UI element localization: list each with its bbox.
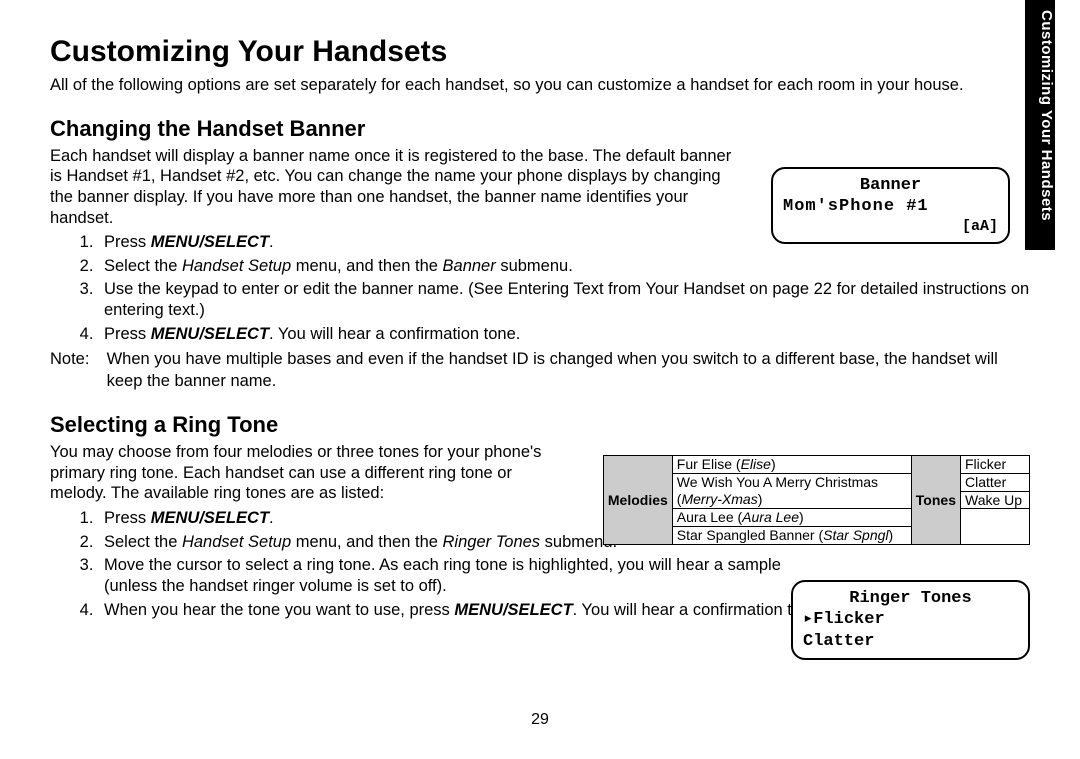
cell-text: ) [889, 527, 894, 543]
cell-text-ital: Elise [741, 456, 771, 472]
section-heading-ringtone: Selecting a Ring Tone [50, 412, 1030, 438]
banner-steps: Press MENU/SELECT. Select the Handset Se… [50, 232, 1030, 345]
cell-text-ital: Merry-Xmas [681, 491, 757, 507]
lcd-line: Banner [783, 175, 998, 196]
menu-select-label: MENU/SELECT [151, 325, 269, 343]
cell-text: ) [758, 491, 763, 507]
lcd-line: ▸Flicker [803, 609, 1018, 630]
step-text: . You will hear a confirmation tone. [269, 325, 520, 343]
submenu-name: Ringer Tones [443, 533, 541, 551]
lcd-screen-banner: Banner Mom'sPhone #1 [aA] [771, 167, 1010, 244]
step-text: . [269, 233, 274, 251]
cell-text: Aura Lee ( [677, 509, 742, 525]
step-item: Move the cursor to select a ring tone. A… [98, 555, 838, 598]
step-text: Select the [104, 257, 182, 275]
banner-paragraph: Each handset will display a banner name … [50, 146, 740, 229]
table-header-tones: Tones [911, 456, 960, 545]
step-text: Select the [104, 533, 182, 551]
step-item: When you hear the tone you want to use, … [98, 600, 838, 621]
section-heading-banner: Changing the Handset Banner [50, 116, 1030, 142]
table-cell: Clatter [961, 473, 1030, 491]
page: Customizing Your Handsets All of the fol… [0, 0, 1080, 645]
lcd-line: [aA] [783, 218, 998, 237]
note-body: When you have multiple bases and even if… [107, 349, 1007, 392]
cell-text: Fur Elise ( [677, 456, 741, 472]
step-text: menu, and then the [291, 533, 442, 551]
lcd-screen-ringer: Ringer Tones ▸Flicker Clatter [791, 580, 1030, 660]
table-cell: Star Spangled Banner (Star Spngl) [672, 527, 911, 545]
table-cell: We Wish You A Merry Christmas (Merry-Xma… [672, 473, 911, 509]
intro-paragraph: All of the following options are set sep… [50, 75, 1010, 96]
table-header-melodies: Melodies [603, 456, 672, 545]
ringtone-paragraph: You may choose from four melodies or thr… [50, 442, 550, 504]
step-text: . [269, 509, 274, 527]
page-title: Customizing Your Handsets [50, 35, 1030, 69]
table-cell-empty [961, 509, 1030, 545]
step-item: Use the keypad to enter or edit the bann… [98, 279, 1030, 322]
step-item: Select the Handset Setup menu, and then … [98, 256, 1030, 277]
table-cell: Aura Lee (Aura Lee) [672, 509, 911, 527]
menu-name: Handset Setup [182, 257, 291, 275]
ringtone-table: Melodies Fur Elise (Elise) Tones Flicker… [603, 455, 1030, 545]
note-label: Note: [50, 349, 102, 370]
cell-text: ) [771, 456, 776, 472]
step-text: When you hear the tone you want to use, … [104, 601, 454, 619]
table-cell: Fur Elise (Elise) [672, 456, 911, 474]
menu-select-label: MENU/SELECT [151, 233, 269, 251]
submenu-name: Banner [443, 257, 496, 275]
step-text: submenu. [496, 257, 573, 275]
step-text: menu, and then the [291, 257, 442, 275]
page-number: 29 [0, 711, 1080, 729]
cell-text: Star Spangled Banner ( [677, 527, 823, 543]
step-text: Press [104, 509, 151, 527]
lcd-line: Ringer Tones [803, 588, 1018, 609]
cell-text-ital: Aura Lee [742, 509, 799, 525]
step-text: Press [104, 325, 151, 343]
step-text: . You will hear a confirmation tone. [573, 601, 824, 619]
menu-select-label: MENU/SELECT [454, 601, 572, 619]
menu-name: Handset Setup [182, 533, 291, 551]
lcd-line: Mom'sPhone #1 [783, 196, 998, 217]
lcd-line: Clatter [803, 631, 1018, 652]
cell-text-ital: Star Spngl [823, 527, 888, 543]
table-cell: Flicker [961, 456, 1030, 474]
table-cell: Wake Up [961, 491, 1030, 509]
step-item: Press MENU/SELECT. You will hear a confi… [98, 324, 1030, 345]
cell-text: ) [799, 509, 804, 525]
note-block: Note: When you have multiple bases and e… [50, 349, 1030, 392]
step-text: Press [104, 233, 151, 251]
menu-select-label: MENU/SELECT [151, 509, 269, 527]
